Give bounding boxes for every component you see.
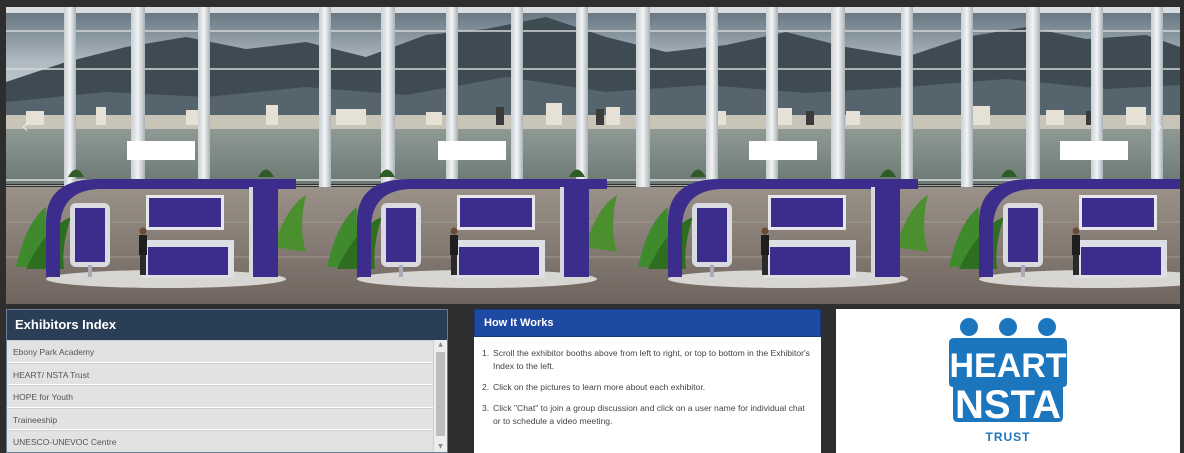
how-it-works-steps: 1. Scroll the exhibitor booths above fro… bbox=[474, 337, 821, 428]
scroll-down-icon[interactable]: ▼ bbox=[434, 442, 447, 452]
booth-name-sign bbox=[1060, 141, 1128, 160]
how-it-works-panel: How It Works 1. Scroll the exhibitor boo… bbox=[474, 309, 821, 453]
exhibitors-index-panel: Exhibitors Index Ebony Park Academy HEAR… bbox=[6, 309, 448, 453]
booth-name-sign bbox=[438, 141, 506, 160]
step-number: 1. bbox=[482, 348, 490, 358]
heart-nsta-logo: HEART NSTA TRUST bbox=[949, 318, 1067, 444]
booth-carousel[interactable]: ‹ › bbox=[6, 7, 1180, 304]
step-number: 3. bbox=[482, 403, 490, 413]
exhibitors-list[interactable]: Ebony Park Academy HEART/ NSTA Trust HOP… bbox=[7, 340, 433, 452]
exhibitors-index-title: Exhibitors Index bbox=[7, 310, 447, 340]
booth-name-sign bbox=[127, 141, 195, 160]
logo-nsta-text: NSTA bbox=[955, 383, 1061, 427]
booth-name-sign bbox=[749, 141, 817, 160]
list-item[interactable]: Ebony Park Academy bbox=[7, 340, 433, 363]
virtual-expo-page: ‹ › Exhibitors Index Ebony Park Academy … bbox=[0, 0, 1184, 453]
logo-trust-text: TRUST bbox=[986, 430, 1031, 444]
how-it-works-step: 1. Scroll the exhibitor booths above fro… bbox=[482, 347, 811, 373]
how-it-works-step: 2. Click on the pictures to learn more a… bbox=[482, 381, 811, 394]
carousel-prev-button[interactable]: ‹ bbox=[16, 115, 34, 137]
scroll-thumb[interactable] bbox=[436, 352, 445, 436]
how-it-works-step: 3. Click "Chat" to join a group discussi… bbox=[482, 402, 811, 428]
how-it-works-title: How It Works bbox=[474, 309, 821, 337]
step-number: 2. bbox=[482, 382, 490, 392]
logo-heart-text: HEART bbox=[949, 347, 1066, 385]
list-item[interactable]: UNESCO-UNEVOC Centre bbox=[7, 430, 433, 452]
step-text: Scroll the exhibitor booths above from l… bbox=[493, 348, 810, 371]
scroll-up-icon[interactable]: ▲ bbox=[434, 340, 447, 350]
carousel-next-button[interactable]: › bbox=[1150, 115, 1168, 137]
step-text: Click "Chat" to join a group discussion … bbox=[493, 403, 805, 426]
exhibitors-scrollbar[interactable]: ▲ ▼ bbox=[433, 340, 447, 452]
list-item[interactable]: Traineeship bbox=[7, 407, 433, 431]
list-item[interactable]: HEART/ NSTA Trust bbox=[7, 362, 433, 386]
list-item[interactable]: HOPE for Youth bbox=[7, 385, 433, 408]
heart-nsta-logo-panel: HEART NSTA TRUST bbox=[836, 309, 1180, 453]
step-text: Click on the pictures to learn more abou… bbox=[493, 382, 706, 392]
exhibit-hall-scene bbox=[6, 7, 1180, 304]
